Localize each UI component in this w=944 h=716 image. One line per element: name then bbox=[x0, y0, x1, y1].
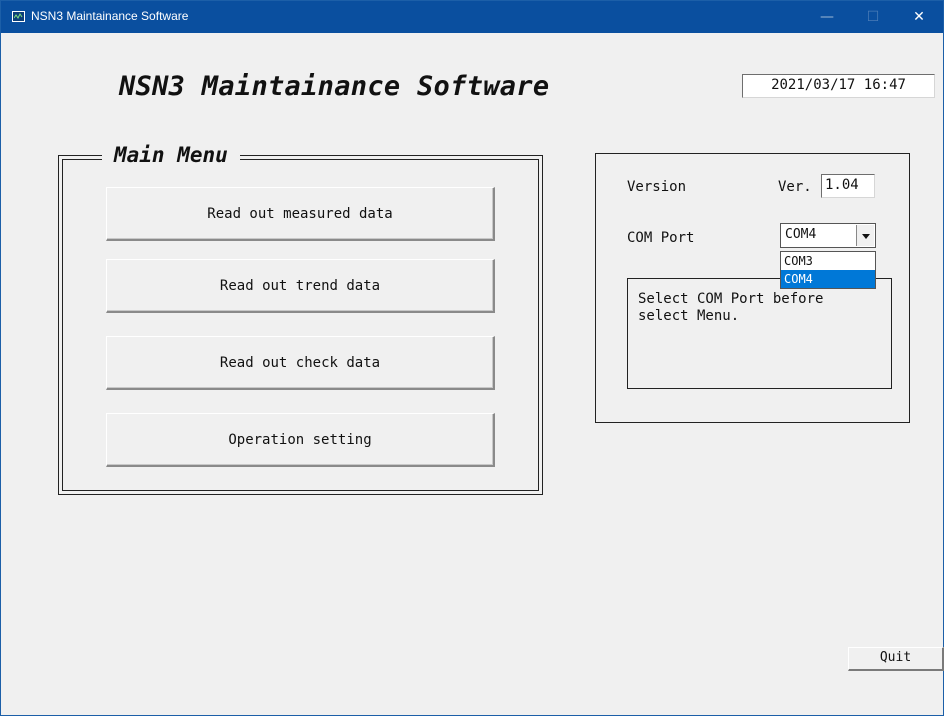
datetime-display: 2021/03/17 16:47 bbox=[742, 74, 935, 98]
version-label: Version bbox=[627, 179, 687, 195]
message-text: Select COM Port before select Menu. bbox=[638, 291, 824, 324]
com-port-selected-value: COM4 bbox=[785, 227, 817, 242]
app-window: NSN3 Maintainance Software — ☐ ✕ NSN3 Ma… bbox=[0, 0, 944, 716]
version-field: 1.04 bbox=[821, 174, 875, 198]
quit-button[interactable]: Quit bbox=[848, 647, 944, 671]
read-measured-data-button[interactable]: Read out measured data bbox=[106, 187, 495, 241]
com-port-label: COM Port bbox=[627, 230, 695, 246]
main-menu-legend: Main Menu bbox=[102, 143, 240, 167]
title-bar[interactable]: NSN3 Maintainance Software — ☐ ✕ bbox=[1, 1, 943, 33]
chart-line-icon bbox=[12, 11, 25, 22]
chevron-down-icon[interactable] bbox=[856, 225, 874, 246]
minimize-button[interactable]: — bbox=[804, 1, 850, 33]
version-prefix: Ver. bbox=[778, 179, 812, 195]
maximize-button[interactable]: ☐ bbox=[850, 1, 896, 33]
com-port-select[interactable]: COM4 bbox=[780, 223, 876, 248]
window-title: NSN3 Maintainance Software bbox=[31, 9, 189, 23]
close-button[interactable]: ✕ bbox=[896, 1, 942, 33]
read-trend-data-button[interactable]: Read out trend data bbox=[106, 259, 495, 313]
com-port-dropdown-list: COM3 COM4 bbox=[780, 251, 876, 289]
com-port-option[interactable]: COM3 bbox=[781, 252, 875, 270]
message-box: Select COM Port before select Menu. bbox=[627, 278, 892, 389]
com-port-option-selected[interactable]: COM4 bbox=[781, 270, 875, 288]
operation-setting-button[interactable]: Operation setting bbox=[106, 413, 495, 467]
app-title: NSN3 Maintainance Software bbox=[119, 71, 550, 102]
read-check-data-button[interactable]: Read out check data bbox=[106, 336, 495, 390]
